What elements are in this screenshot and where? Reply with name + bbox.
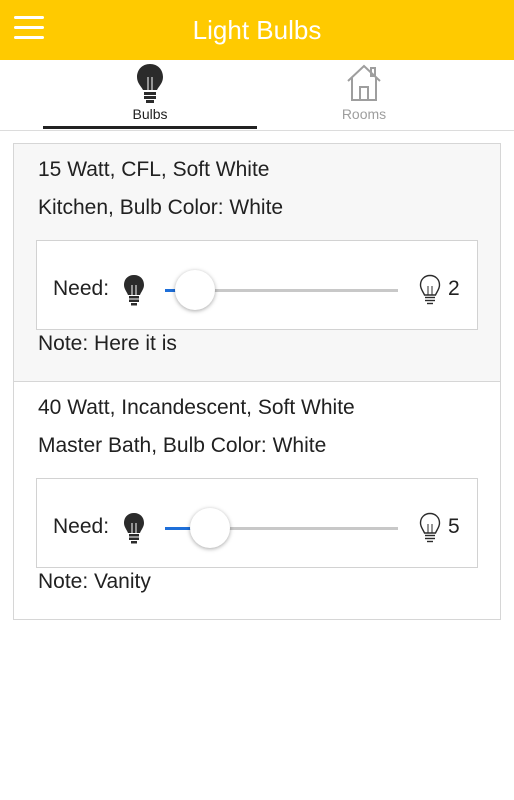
need-panel: Need: 2 bbox=[36, 240, 478, 330]
bulb-note: Note: Vanity bbox=[38, 570, 151, 593]
hamburger-menu-icon[interactable] bbox=[14, 16, 44, 42]
need-label: Need: bbox=[53, 515, 110, 538]
bulb-outline-icon bbox=[419, 274, 441, 305]
tab-bulbs[interactable]: Bulbs bbox=[43, 60, 257, 130]
bulb-location: Master Bath, Bulb Color: White bbox=[38, 434, 327, 457]
bulb-list: 15 Watt, CFL, Soft White Kitchen, Bulb C… bbox=[13, 143, 501, 620]
need-slider-thumb[interactable] bbox=[175, 270, 215, 310]
active-tab-indicator bbox=[43, 126, 257, 129]
bulb-note: Note: Here it is bbox=[38, 332, 177, 355]
house-icon bbox=[347, 64, 381, 101]
bulb-card[interactable]: 40 Watt, Incandescent, Soft White Master… bbox=[13, 382, 501, 620]
need-slider[interactable] bbox=[165, 508, 398, 548]
bulb-icon bbox=[137, 64, 163, 103]
bulb-icon bbox=[124, 275, 144, 306]
tab-rooms-label: Rooms bbox=[341, 106, 387, 122]
bulb-description: 15 Watt, CFL, Soft White bbox=[38, 158, 270, 181]
need-panel: Need: 5 bbox=[36, 478, 478, 568]
bulb-location: Kitchen, Bulb Color: White bbox=[38, 196, 284, 219]
app-title: Light Bulbs bbox=[192, 14, 322, 45]
bulb-card[interactable]: 15 Watt, CFL, Soft White Kitchen, Bulb C… bbox=[13, 143, 501, 382]
bulb-description: 40 Watt, Incandescent, Soft White bbox=[38, 396, 355, 419]
tab-bar: Bulbs Rooms bbox=[0, 60, 514, 131]
need-count: 5 bbox=[448, 515, 460, 538]
bulb-outline-icon bbox=[419, 512, 441, 543]
tab-bulbs-label: Bulbs bbox=[132, 106, 168, 122]
need-slider[interactable] bbox=[165, 270, 398, 310]
need-count: 2 bbox=[448, 277, 460, 300]
need-slider-thumb[interactable] bbox=[190, 508, 230, 548]
app-bar: Light Bulbs bbox=[0, 0, 514, 60]
need-slider-fill bbox=[165, 527, 191, 530]
need-label: Need: bbox=[53, 277, 110, 300]
bulb-icon bbox=[124, 513, 144, 544]
tab-rooms[interactable]: Rooms bbox=[257, 60, 471, 130]
